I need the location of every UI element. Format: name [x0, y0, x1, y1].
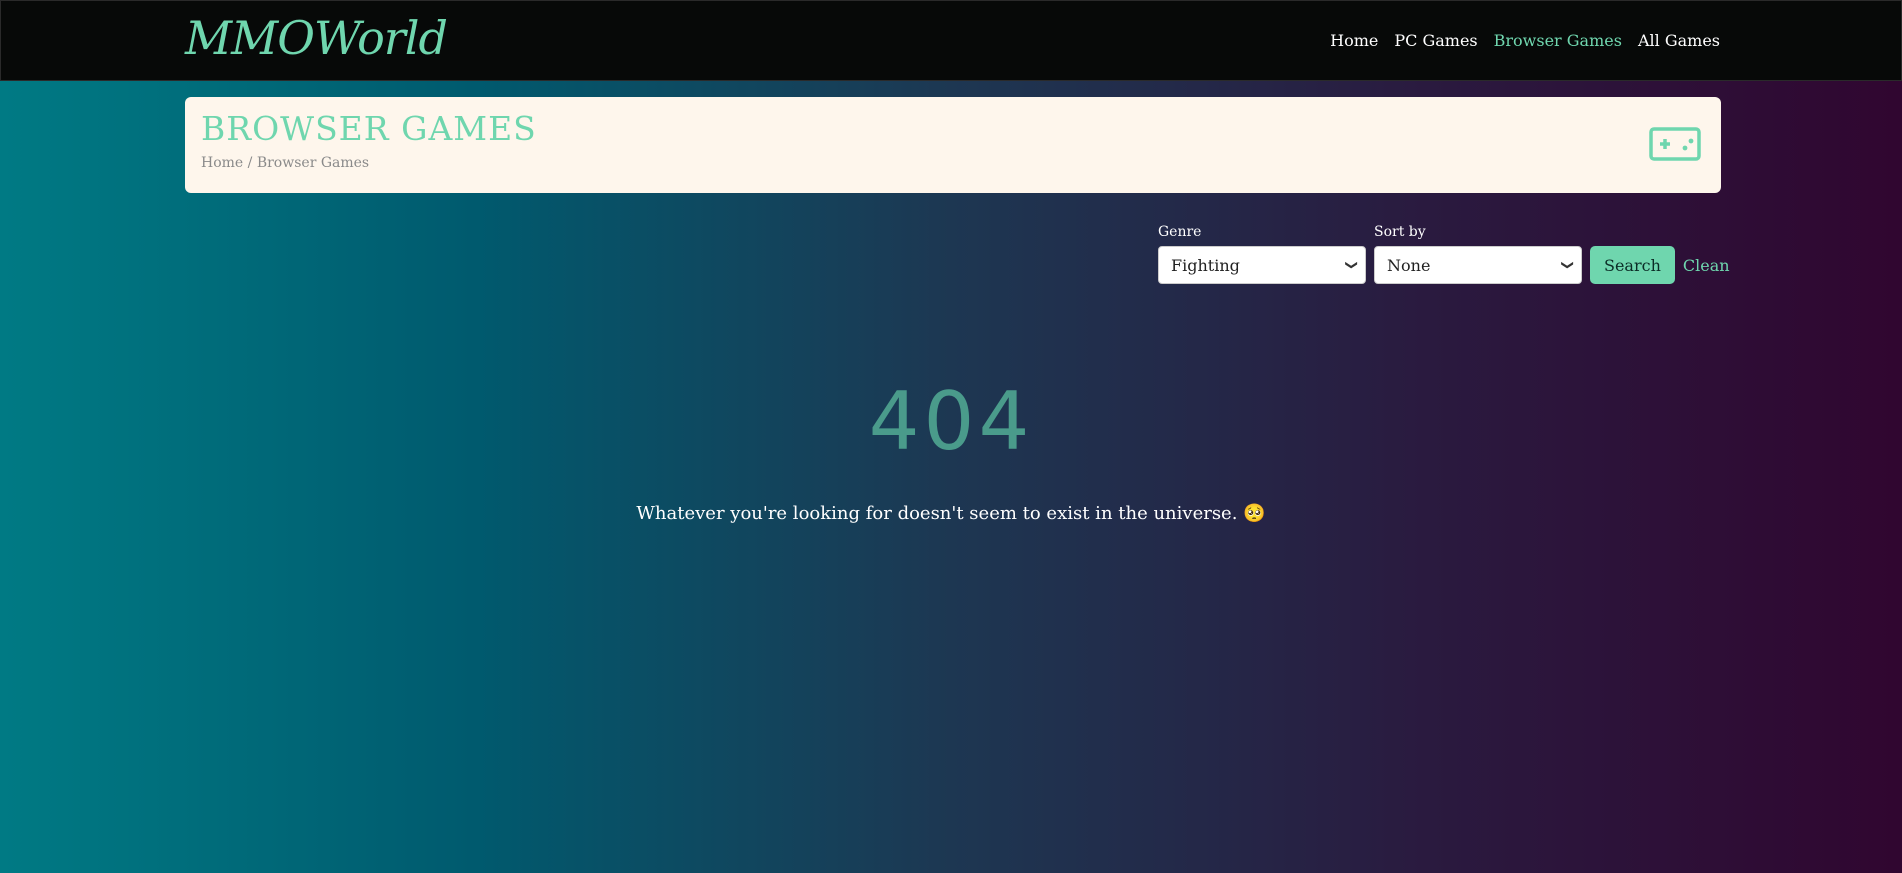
error-message: Whatever you're looking for doesn't seem…: [636, 503, 1266, 524]
sort-select-value: None: [1387, 255, 1431, 275]
nav-item-home[interactable]: Home: [1330, 31, 1378, 50]
chevron-down-icon: ❯: [1344, 259, 1359, 271]
breadcrumb-separator: /: [247, 155, 253, 171]
nav-item-browser-games[interactable]: Browser Games: [1494, 31, 1622, 50]
breadcrumb-home[interactable]: Home: [201, 155, 243, 171]
sort-select[interactable]: None ❯: [1374, 246, 1582, 284]
breadcrumb-current: Browser Games: [256, 155, 370, 171]
sort-field: Sort by None ❯: [1374, 224, 1582, 284]
genre-select[interactable]: Fighting ❯: [1158, 246, 1366, 284]
page-title: BROWSER GAMES: [201, 109, 537, 148]
nav-links: Home PC Games Browser Games All Games: [1330, 31, 1720, 50]
clean-link[interactable]: Clean: [1683, 246, 1730, 284]
filter-bar: Genre Fighting ❯ Sort by None ❯ Search C…: [1158, 224, 1730, 284]
search-button[interactable]: Search: [1590, 246, 1675, 284]
nav-item-all-games[interactable]: All Games: [1638, 31, 1720, 50]
chevron-down-icon: ❯: [1560, 259, 1575, 271]
breadcrumb: Home / Browser Games: [201, 155, 369, 171]
page-header-card: BROWSER GAMES Home / Browser Games: [185, 97, 1721, 193]
genre-label: Genre: [1158, 224, 1202, 240]
error-code: 404: [868, 375, 1034, 468]
navbar: MMOWorld Home PC Games Browser Games All…: [0, 0, 1902, 81]
nav-item-pc-games[interactable]: PC Games: [1394, 31, 1477, 50]
gamepad-icon: [1649, 127, 1701, 161]
genre-select-value: Fighting: [1171, 255, 1240, 275]
genre-field: Genre Fighting ❯: [1158, 224, 1366, 284]
sort-label: Sort by: [1374, 224, 1426, 240]
brand-logo[interactable]: MMOWorld: [185, 11, 448, 65]
